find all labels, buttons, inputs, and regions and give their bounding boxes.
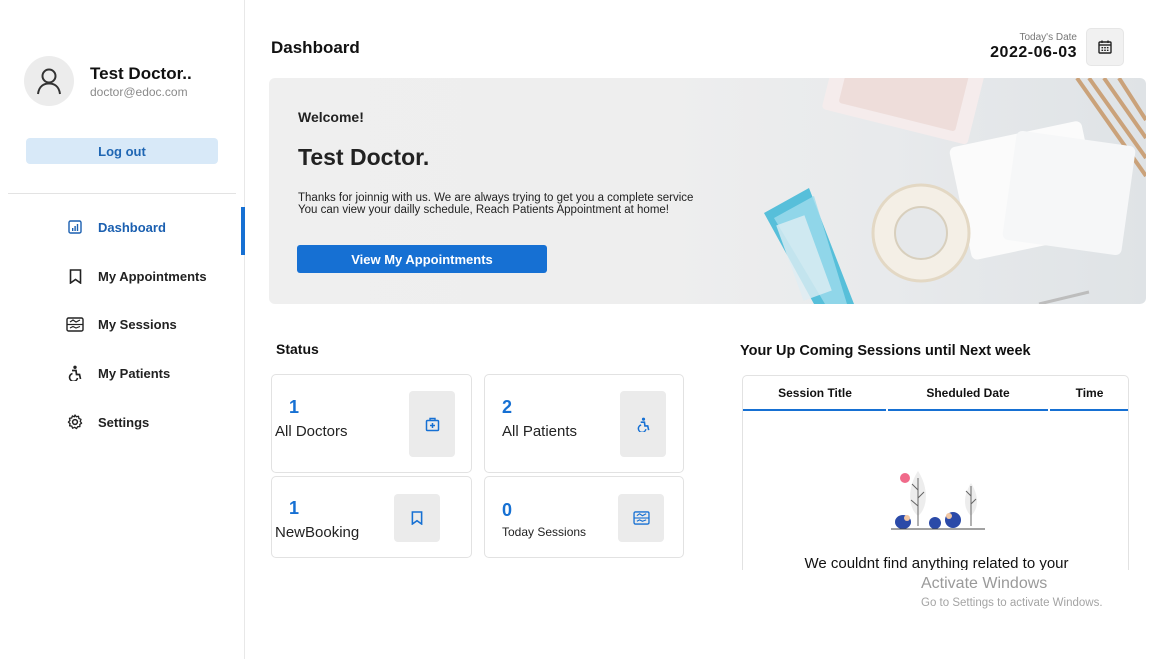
status-card-sessions[interactable]: 0 Today Sessions: [484, 476, 684, 558]
status-title: Status: [276, 341, 319, 357]
status-card-patients[interactable]: 2 All Patients: [484, 374, 684, 473]
dashboard-icon: [66, 218, 84, 236]
doctor-name: Test Doctor.: [298, 144, 430, 170]
accessible-icon: [637, 417, 649, 432]
banner-description-line: Thanks for joinnig with us. We are alway…: [298, 192, 694, 204]
calendar-icon: [1098, 40, 1112, 54]
status-card-doctors[interactable]: 1 All Doctors: [271, 374, 472, 473]
sidebar-item-settings[interactable]: Settings: [0, 400, 245, 444]
bookmark-icon: [66, 267, 84, 285]
sidebar-item-label: Settings: [98, 414, 150, 430]
status-icon-box: [620, 391, 666, 457]
gear-icon: [66, 413, 84, 431]
status-value: 1: [289, 397, 300, 417]
status-value: 0: [502, 500, 513, 520]
activate-windows-title: Activate Windows: [921, 575, 1048, 592]
medical-kit-icon: [425, 417, 439, 431]
status-card-bookings[interactable]: 1 NewBooking: [271, 476, 472, 558]
active-indicator: [241, 207, 245, 255]
sidebar-item-appointments[interactable]: My Appointments: [0, 254, 245, 298]
column-header: Session Title: [778, 386, 852, 400]
sidebar-item-sessions[interactable]: My Sessions: [0, 302, 245, 346]
header-underline: [1050, 409, 1128, 411]
sidebar-divider: [8, 193, 236, 194]
sidebar-item-label: My Sessions: [98, 316, 177, 332]
date-display: Today's Date 2022-06-03: [990, 32, 1077, 62]
status-icon-box: [618, 494, 664, 542]
sidebar-item-label: My Appointments: [98, 268, 207, 284]
status-label: NewBooking: [275, 524, 360, 541]
status-icon-box: [394, 494, 440, 542]
sidebar-item-patients[interactable]: My Patients: [0, 351, 245, 395]
empty-state-illustration: [891, 471, 985, 530]
sidebar-item-label: Dashboard: [98, 219, 166, 235]
status-label: All Doctors: [275, 423, 348, 440]
status-value: 2: [502, 397, 513, 417]
profile-name: Test Doctor..: [90, 63, 192, 83]
empty-state-message: We couldnt find anything related to your: [804, 555, 1069, 570]
calendar-button[interactable]: [1086, 28, 1124, 66]
column-header: Time: [1075, 386, 1104, 400]
schedule-icon: [66, 315, 84, 333]
banner-description: Thanks for joinnig with us. We are alway…: [298, 192, 693, 216]
accessible-icon: [66, 364, 84, 382]
schedule-icon: [632, 511, 650, 525]
page-title: Dashboard: [271, 38, 360, 57]
status-value: 1: [289, 498, 300, 518]
sidebar-item-dashboard[interactable]: Dashboard: [0, 205, 245, 255]
sessions-table: Session Title Sheduled Date Time We coul…: [742, 375, 1129, 570]
banner-description-line: You can view your dailly schedule, Reach…: [298, 204, 669, 216]
status-icon-box: [409, 391, 455, 457]
logout-button[interactable]: Log out: [26, 138, 218, 164]
date-value: 2022-06-03: [990, 44, 1077, 61]
status-label: All Patients: [502, 423, 578, 440]
sidebar-item-label: My Patients: [98, 365, 171, 381]
sessions-title: Your Up Coming Sessions until Next week: [740, 343, 1031, 359]
activate-windows-subtitle: Go to Settings to activate Windows.: [921, 597, 1103, 609]
column-header: Sheduled Date: [926, 386, 1010, 400]
view-appointments-button[interactable]: View My Appointments: [297, 245, 547, 273]
date-label: Today's Date: [1019, 32, 1078, 43]
profile-email: doctor@edoc.com: [90, 84, 188, 99]
bookmark-icon: [411, 511, 423, 525]
header-underline: [888, 409, 1048, 411]
status-label: Today Sessions: [502, 525, 587, 539]
profile: Test Doctor.. doctor@edoc.com: [24, 56, 192, 106]
user-icon: [37, 68, 61, 95]
avatar: [24, 56, 74, 106]
welcome-text: Welcome!: [298, 109, 364, 125]
sidebar: Test Doctor.. doctor@edoc.com Log out Da…: [0, 0, 245, 659]
welcome-banner: Welcome! Test Doctor. Thanks for joinnig…: [269, 78, 1146, 304]
header-underline: [743, 409, 886, 411]
